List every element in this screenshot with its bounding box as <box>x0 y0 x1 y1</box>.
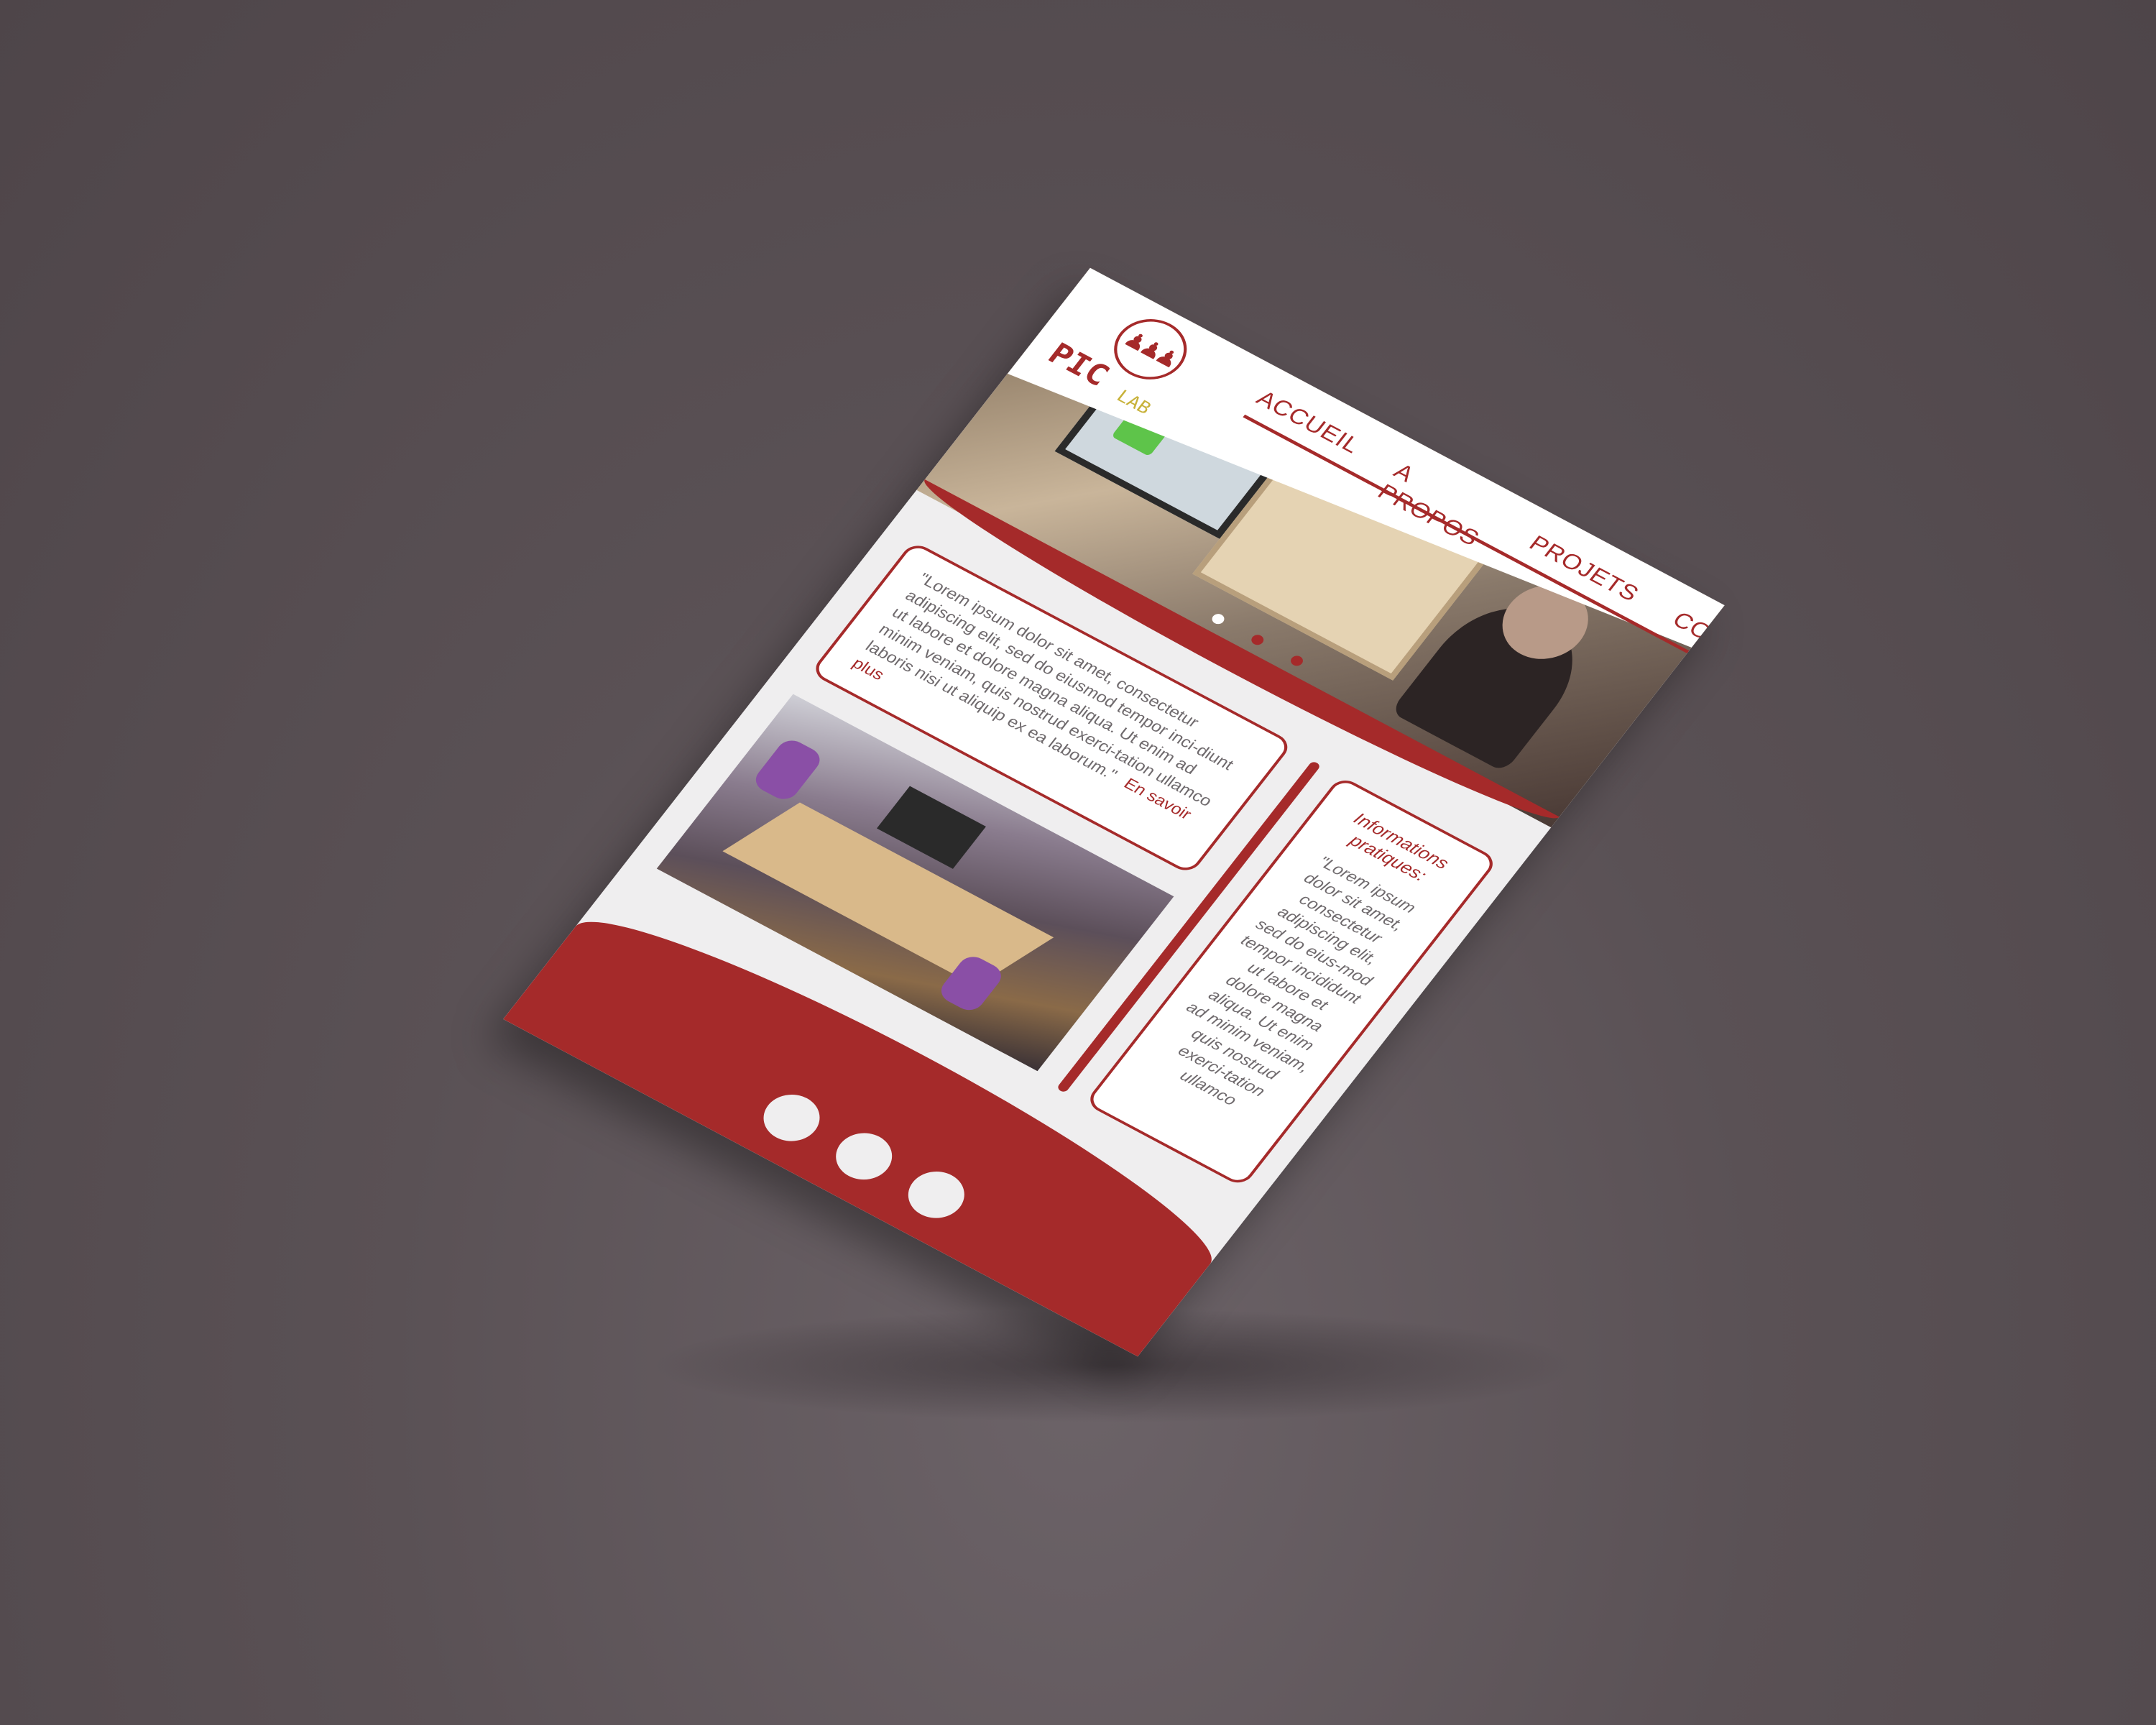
logo-lab-text: LAB <box>1112 386 1155 419</box>
photo-chair-1 <box>750 735 826 804</box>
flyer-page: ♟♟♟ PIC LAB ACCUEIL A PROPOS PROJETS CON… <box>503 267 1725 1357</box>
mockup-stage: ♟♟♟ PIC LAB ACCUEIL A PROPOS PROJETS CON… <box>0 0 2156 1725</box>
info-text: "Lorem ipsum dolor sit amet, consectetur… <box>1174 852 1419 1110</box>
